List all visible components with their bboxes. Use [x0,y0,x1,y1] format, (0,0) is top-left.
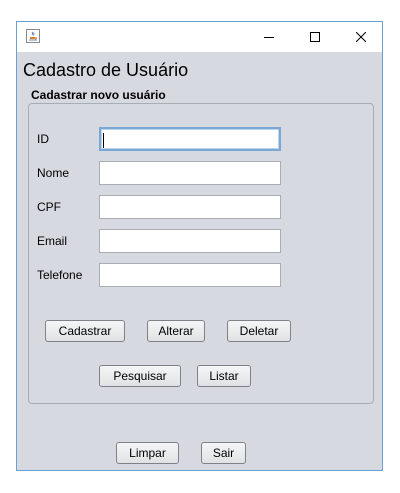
group-title: Cadastrar novo usuário [31,88,166,102]
pesquisar-button[interactable]: Pesquisar [99,365,181,387]
close-icon [356,32,366,42]
nome-label: Nome [37,166,70,180]
app-window: Cadastro de Usuário Cadastrar novo usuár… [16,21,383,471]
listar-button[interactable]: Listar [197,365,251,387]
sair-button[interactable]: Sair [201,442,246,464]
alterar-button[interactable]: Alterar [147,320,205,342]
email-field[interactable] [99,229,281,253]
title-bar[interactable] [17,22,382,52]
maximize-icon [310,32,320,42]
email-label: Email [37,234,68,248]
cadastrar-button[interactable]: Cadastrar [45,320,125,342]
text-caret [103,133,104,148]
telefone-label: Telefone [37,268,83,282]
telefone-field[interactable] [99,263,281,287]
limpar-button[interactable]: Limpar [116,442,179,464]
id-field[interactable] [99,127,281,151]
deletar-button[interactable]: Deletar [227,320,291,342]
cpf-label: CPF [37,200,61,214]
page-title: Cadastro de Usuário [23,60,189,80]
minimize-icon [264,37,274,38]
maximize-button[interactable] [292,22,338,52]
java-cup-icon[interactable] [26,29,40,43]
nome-field[interactable] [99,161,281,185]
cpf-field[interactable] [99,195,281,219]
minimize-button[interactable] [246,22,292,52]
close-button[interactable] [338,22,384,52]
id-label: ID [37,132,49,146]
